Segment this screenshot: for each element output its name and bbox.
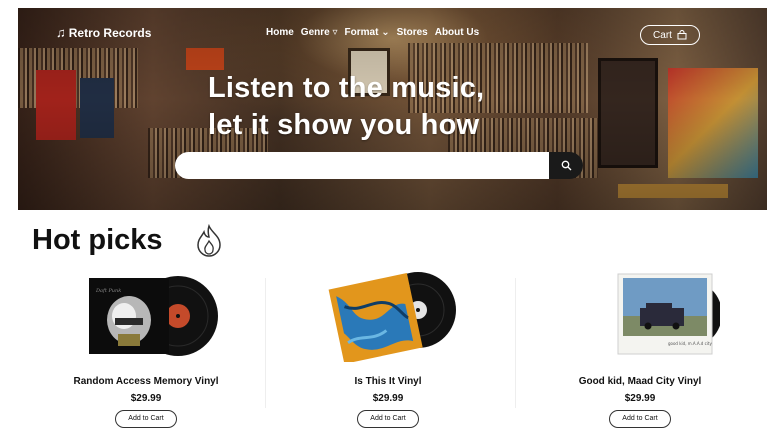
product-price: $29.99 [130,393,162,404]
product-name[interactable]: Good kid, Maad City Vinyl [525,376,755,387]
nav-format[interactable]: Format ⌄ [345,27,390,38]
nav-stores[interactable]: Stores [397,27,428,38]
add-to-cart-button[interactable]: Add to Cart [115,410,177,428]
product-card[interactable]: Daft Punk Random Access Memory Vinyl $29… [31,270,261,428]
product-card[interactable]: good kid, m.A.A.d city Good kid, Maad Ci… [525,270,755,428]
music-note-icon: ♫ [56,25,66,40]
hero-headline: Listen to the music, let it show you how [208,72,485,141]
product-image[interactable] [273,270,503,364]
add-to-cart-button[interactable]: Add to Cart [357,410,419,428]
chevron-down-icon: ⌄ [378,27,390,38]
brand-name: Retro Records [68,25,152,40]
nav-genre[interactable]: Genre ▿ [301,27,338,38]
section-title-hot-picks: Hot picks [32,224,163,256]
brand-logo[interactable]: ♫ Retro Records [56,25,151,40]
album-cover-is-this-it [328,272,456,364]
product-name[interactable]: Random Access Memory Vinyl [31,376,261,387]
hero-banner: ♫ Retro Records Home Genre ▿ Format ⌄ St… [18,8,767,210]
album-cover-good-kid: good kid, m.A.A.d city [617,273,722,355]
divider [265,278,266,408]
cart-icon [677,30,687,40]
search-button[interactable] [549,152,583,179]
cart-label: Cart [653,29,672,41]
svg-text:Daft Punk: Daft Punk [95,288,121,294]
product-card[interactable]: Is This It Vinyl $29.99 Add to Cart [273,270,503,428]
product-name[interactable]: Is This It Vinyl [273,376,503,387]
search-input[interactable] [175,152,550,179]
chevron-down-icon: ▿ [329,27,338,38]
svg-text:good kid, m.A.A.d city: good kid, m.A.A.d city [668,341,712,346]
product-price: $29.99 [624,393,656,404]
nav-about-us[interactable]: About Us [435,27,479,38]
product-image[interactable]: Daft Punk [31,270,261,362]
add-to-cart-button[interactable]: Add to Cart [609,410,671,428]
cart-button[interactable]: Cart [640,25,700,45]
flame-icon [197,223,221,257]
search-icon [561,160,571,171]
divider [515,278,516,408]
nav-home[interactable]: Home [266,27,294,38]
main-nav: Home Genre ▿ Format ⌄ Stores About Us [266,27,479,38]
album-cover-ram: Daft Punk [89,276,218,356]
product-price: $29.99 [372,393,404,404]
product-image[interactable]: good kid, m.A.A.d city [525,270,755,362]
